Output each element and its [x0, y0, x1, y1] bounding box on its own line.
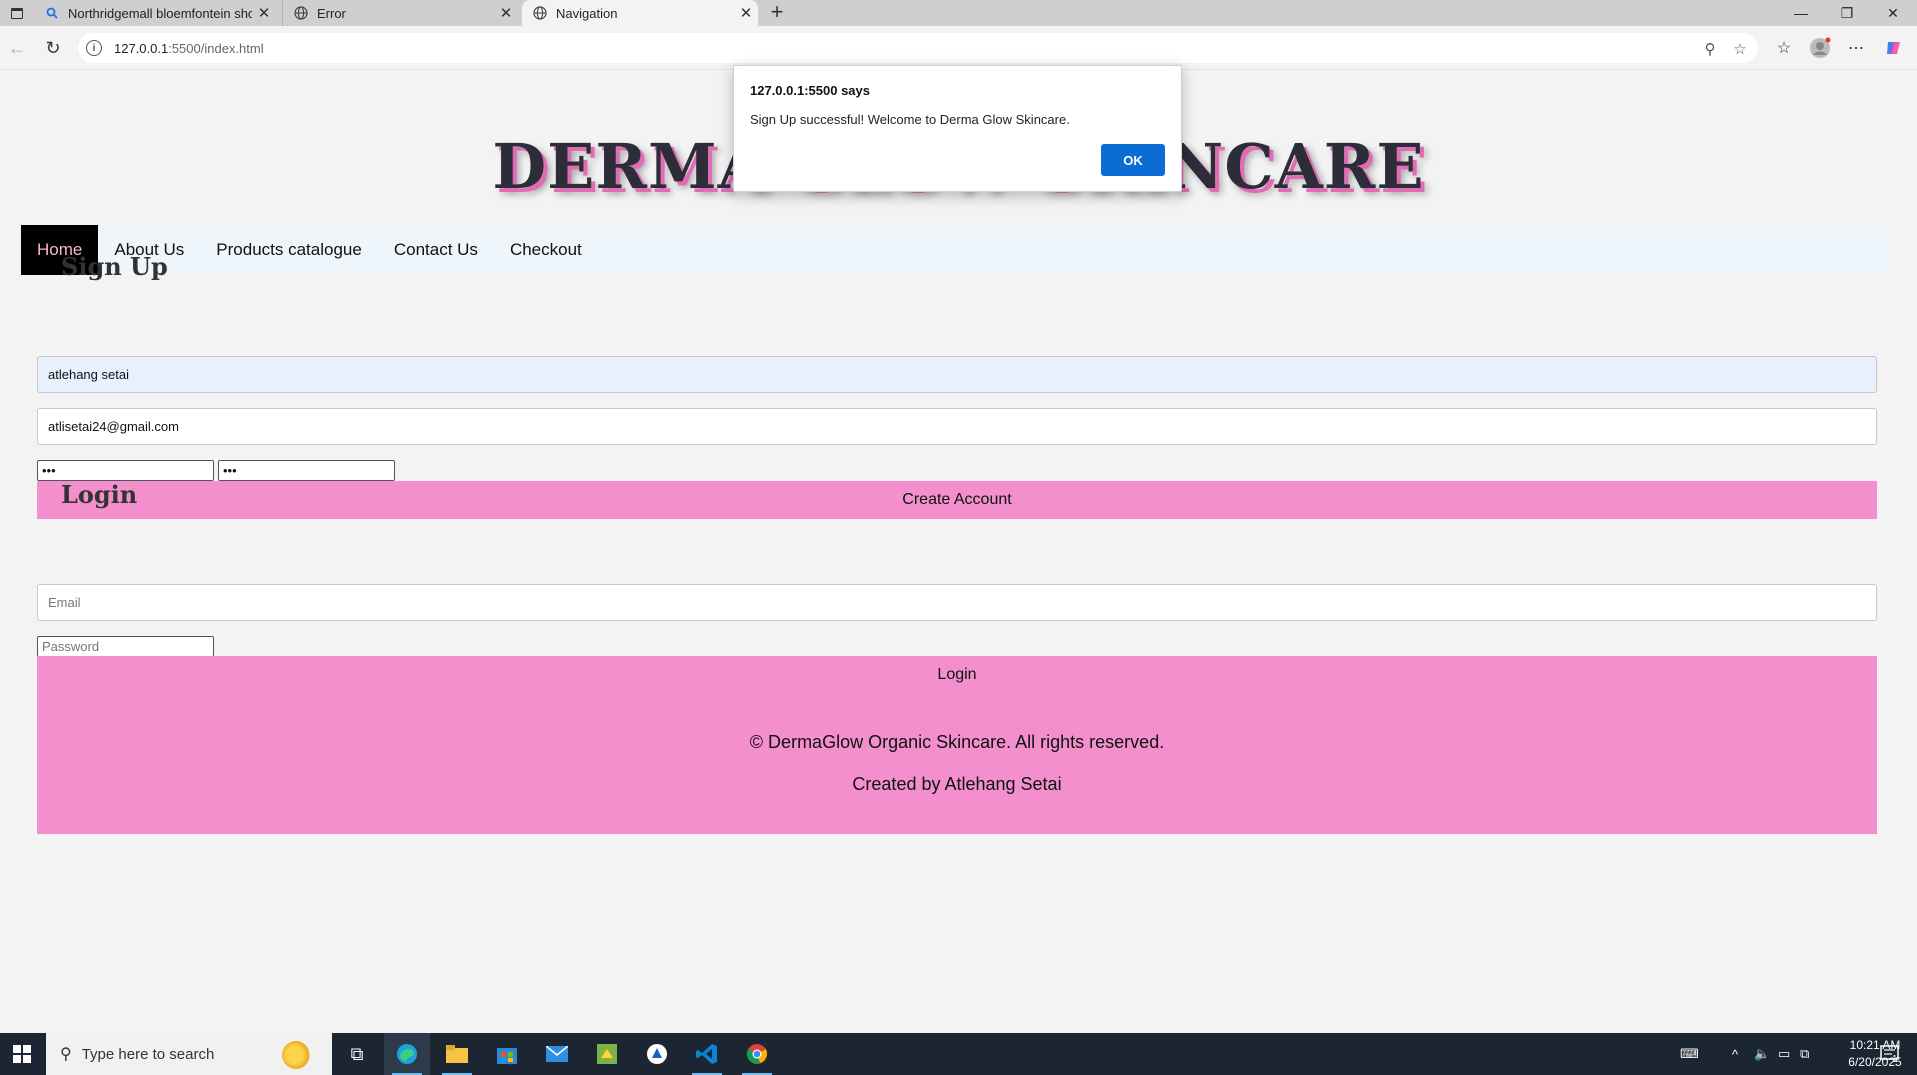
- app-icon[interactable]: [634, 1033, 680, 1075]
- notification-center-icon[interactable]: 1: [1880, 1033, 1899, 1075]
- minimize-icon[interactable]: —: [1778, 0, 1824, 26]
- vscode-icon[interactable]: [684, 1033, 730, 1075]
- nav-contact-us[interactable]: Contact Us: [378, 225, 494, 275]
- read-aloud-icon[interactable]: ⚲: [1700, 40, 1720, 58]
- sticky-notes-icon[interactable]: [584, 1033, 630, 1075]
- windows-taskbar: ⚲ Type here to search ⧉ ⌨ ^ 🔈 ▭ ⧉ 10:21 …: [0, 1033, 1917, 1075]
- close-icon[interactable]: ✕: [494, 4, 518, 22]
- browser-tab[interactable]: Error ✕: [282, 0, 518, 26]
- close-window-icon[interactable]: ✕: [1870, 0, 1916, 26]
- url-text: 127.0.0.1:5500/index.html: [114, 40, 264, 56]
- signup-password-field[interactable]: •••: [37, 460, 214, 481]
- signup-name-field[interactable]: atlehang setai: [37, 356, 1877, 393]
- tab-title: Navigation: [556, 5, 618, 21]
- edge-browser-icon[interactable]: [384, 1033, 430, 1075]
- taskbar-search-placeholder: Type here to search: [81, 1045, 215, 1063]
- taskbar-search-box[interactable]: ⚲ Type here to search: [46, 1033, 332, 1075]
- keyboard-icon[interactable]: ⌨: [1680, 1033, 1699, 1075]
- search-icon: [44, 5, 60, 21]
- alert-header: 127.0.0.1:5500 says: [750, 83, 870, 98]
- browser-tab-active[interactable]: Navigation ✕: [522, 0, 758, 26]
- tab-title: Error: [317, 5, 346, 21]
- globe-icon: [293, 5, 309, 21]
- browser-tab-strip: Northridgemall bloemfontein sho ✕ Error …: [0, 0, 1917, 26]
- signup-confirm-password-field[interactable]: •••: [218, 460, 395, 481]
- language-icon[interactable]: ⧉: [1800, 1033, 1809, 1075]
- reload-icon[interactable]: ↻: [40, 35, 66, 61]
- search-icon: ⚲: [60, 1046, 72, 1063]
- browser-toolbar: ← ↻ i 127.0.0.1:5500/index.html ⚲ ☆ ☆ ⋯: [0, 26, 1917, 70]
- network-icon[interactable]: ▭: [1778, 1033, 1790, 1075]
- login-title: Login: [61, 480, 138, 509]
- microsoft-store-icon[interactable]: [484, 1033, 530, 1075]
- restore-icon[interactable]: ❐: [1824, 0, 1870, 26]
- windows-start-icon[interactable]: [0, 1033, 44, 1075]
- footer-credit: Created by Atlehang Setai: [852, 774, 1062, 794]
- search-highlight-icon: [282, 1041, 310, 1069]
- address-bar[interactable]: i 127.0.0.1:5500/index.html ⚲ ☆: [78, 33, 1758, 63]
- site-info-icon[interactable]: i: [86, 40, 102, 56]
- tab-title: Northridgemall bloemfontein sho: [68, 5, 252, 21]
- signup-title: Sign Up: [61, 252, 168, 281]
- close-icon[interactable]: ✕: [252, 4, 276, 22]
- close-icon[interactable]: ✕: [734, 4, 758, 22]
- create-account-button[interactable]: Create Account: [37, 481, 1877, 519]
- globe-icon: [532, 5, 548, 21]
- favorites-icon[interactable]: ☆: [1771, 35, 1797, 61]
- browser-tab[interactable]: Northridgemall bloemfontein sho ✕: [34, 0, 276, 26]
- login-password-field[interactable]: Password: [37, 636, 214, 657]
- nav-products-catalogue[interactable]: Products catalogue: [200, 225, 378, 275]
- site-footer: © DermaGlow Organic Skincare. All rights…: [37, 692, 1877, 834]
- alert-dialog: 127.0.0.1:5500 says Sign Up successful! …: [733, 65, 1182, 192]
- signup-email-field[interactable]: atlisetai24@gmail.com: [37, 408, 1877, 445]
- show-hidden-icons-icon[interactable]: ^: [1732, 1033, 1738, 1075]
- volume-icon[interactable]: 🔈: [1754, 1033, 1770, 1075]
- favorite-star-icon[interactable]: ☆: [1730, 40, 1750, 58]
- alert-ok-button[interactable]: OK: [1101, 144, 1165, 176]
- new-tab-button[interactable]: +: [764, 0, 790, 26]
- chrome-icon[interactable]: [734, 1033, 780, 1075]
- main-nav: Home About Us Products catalogue Contact…: [21, 225, 1891, 275]
- tab-actions-menu-icon[interactable]: [6, 2, 28, 24]
- nav-checkout[interactable]: Checkout: [494, 225, 598, 275]
- profile-avatar-icon[interactable]: [1807, 35, 1833, 61]
- copilot-icon[interactable]: [1881, 35, 1907, 61]
- login-email-field[interactable]: Email: [37, 584, 1877, 621]
- login-button[interactable]: Login: [37, 656, 1877, 694]
- more-options-icon[interactable]: ⋯: [1843, 35, 1869, 61]
- task-view-icon[interactable]: ⧉: [334, 1033, 380, 1075]
- notification-count: 1: [1892, 1053, 1898, 1065]
- file-explorer-icon[interactable]: [434, 1033, 480, 1075]
- footer-copyright: © DermaGlow Organic Skincare. All rights…: [749, 732, 1165, 752]
- web-page: DERMA GLOW SKINCARE Home About Us Produc…: [0, 70, 1917, 1033]
- back-arrow-icon[interactable]: ←: [4, 35, 30, 61]
- mail-icon[interactable]: [534, 1033, 580, 1075]
- alert-message: Sign Up successful! Welcome to Derma Glo…: [750, 112, 1070, 127]
